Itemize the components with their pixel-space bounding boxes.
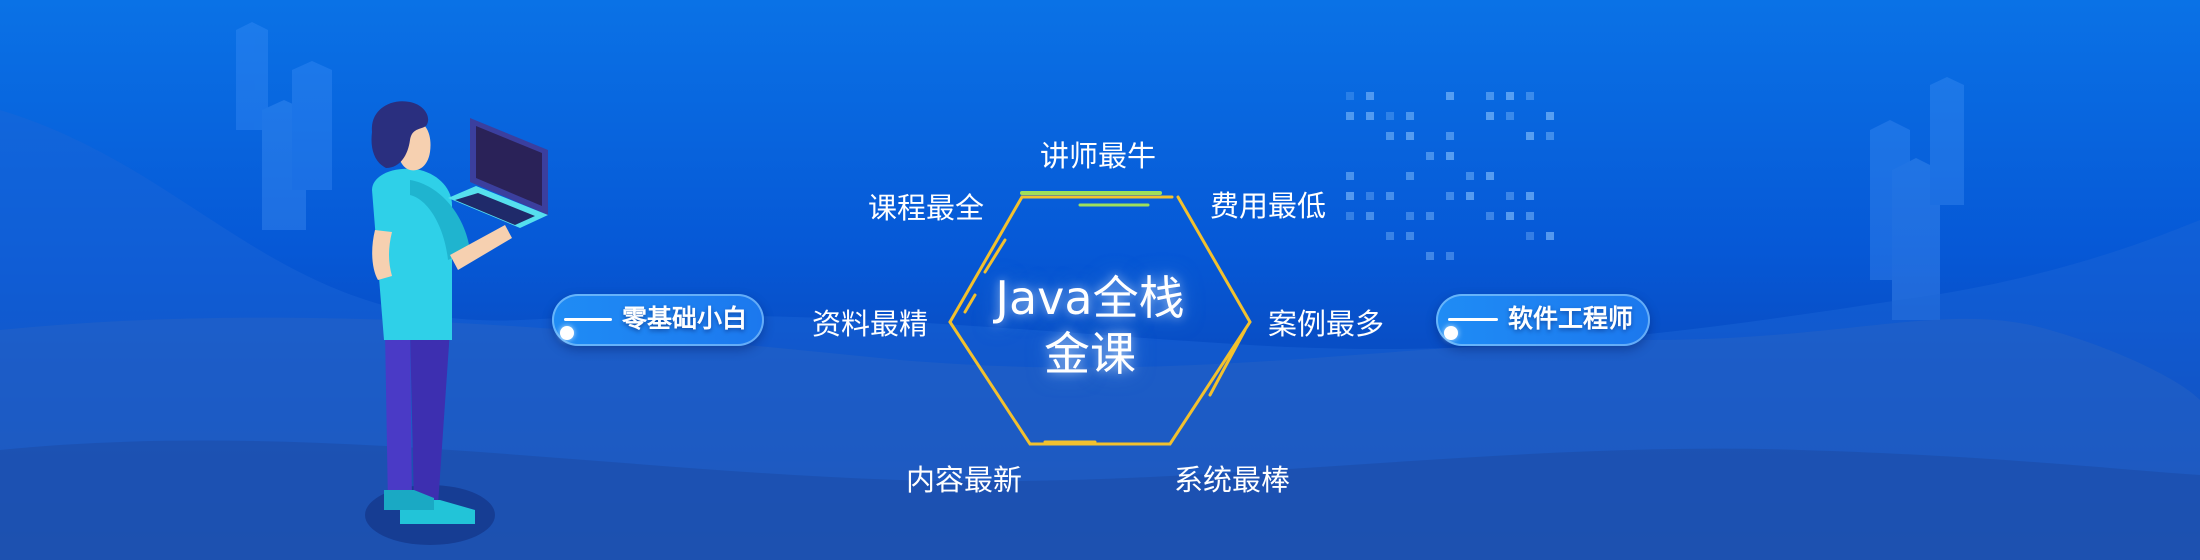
feature-label-top-right: 费用最低 [1210,189,1327,223]
center-title-line2: 金课 [1044,327,1136,381]
beginner-pill: 零基础小白 [552,294,764,346]
right-building-silhouettes [1870,77,1964,320]
feature-label-bottom-right: 系统最棒 [1174,463,1291,497]
dot-matrix-decoration [1346,92,1554,260]
center-course-title: Java全栈 金课 [980,270,1200,382]
pill-dash-decoration [1448,318,1498,321]
beginner-pill-label: 零基础小白 [622,304,748,333]
feature-label-top-left: 课程最全 [868,191,985,225]
engineer-pill-label: 软件工程师 [1508,304,1634,333]
pill-dot-decoration [1444,326,1458,340]
left-building-silhouettes [236,22,332,230]
pill-dot-decoration [560,326,574,340]
feature-label-bottom-left: 内容最新 [906,463,1023,497]
engineer-pill: 软件工程师 [1436,294,1650,346]
feature-label-top: 讲师最牛 [1040,139,1157,173]
center-title-line1: Java全栈 [995,271,1185,325]
feature-label-mid-left: 资料最精 [812,307,929,341]
pill-dash-decoration [564,318,612,321]
hero-banner: Java全栈 金课 讲师最牛 课程最全 费用最低 资料最精 案例最多 内容最新 … [0,0,2200,560]
feature-label-mid-right: 案例最多 [1268,307,1385,341]
